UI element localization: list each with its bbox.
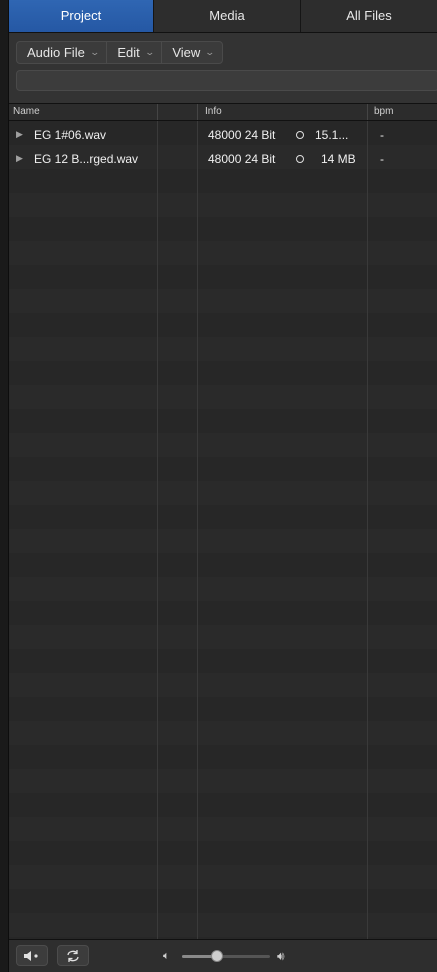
column-line [197, 121, 198, 940]
disclosure-triangle-icon[interactable]: ▶ [16, 153, 23, 164]
volume-low-icon: 🔈︎ [163, 950, 170, 962]
file-bpm: - [380, 152, 384, 166]
list-row-background [9, 505, 437, 529]
chevron-down-icon: ⌄ [89, 47, 100, 57]
column-header: Name Info bpm [9, 104, 437, 121]
list-row-background [9, 457, 437, 481]
list-row-background [9, 193, 437, 217]
column-line [157, 121, 158, 940]
speaker-prelisten-icon [24, 950, 38, 961]
browser-panel: Project Media All Files Audio File ⌄ Edi… [9, 0, 437, 972]
list-row-background [9, 745, 437, 769]
column-divider[interactable] [157, 104, 158, 120]
column-bpm-header[interactable]: bpm [374, 106, 393, 117]
list-row-background [9, 553, 437, 577]
list-row-background [9, 769, 437, 793]
file-name: EG 1#06.wav [34, 128, 107, 142]
tab-all-files[interactable]: All Files [301, 0, 437, 32]
column-divider[interactable] [197, 104, 198, 120]
edit-menu[interactable]: Edit ⌄ [107, 42, 163, 63]
browser-tabs: Project Media All Files [9, 0, 437, 33]
list-row-background [9, 649, 437, 673]
column-name-header[interactable]: Name [13, 106, 40, 117]
list-row-background [9, 241, 437, 265]
search-field[interactable] [16, 70, 437, 91]
column-info-header[interactable]: Info [205, 106, 222, 117]
edit-menu-label: Edit [117, 45, 140, 60]
audio-file-menu-label: Audio File [27, 45, 85, 60]
status-circle-icon [296, 155, 304, 163]
bottom-bar: 🔈︎ 🔊︎ [9, 939, 437, 972]
tab-media[interactable]: Media [154, 0, 301, 32]
volume-slider[interactable] [182, 950, 270, 962]
chevron-down-icon: ⌄ [204, 47, 216, 57]
chevron-down-icon: ⌄ [144, 47, 155, 57]
cycle-loop-icon [67, 949, 79, 962]
list-row-background [9, 337, 437, 361]
menu-group: Audio File ⌄ Edit ⌄ View ⌄ [16, 41, 223, 64]
list-row-background [9, 889, 437, 913]
list-row-background [9, 169, 437, 193]
view-menu-label: View [172, 45, 201, 60]
list-row-background [9, 409, 437, 433]
list-row-background [9, 217, 437, 241]
list-row-background [9, 385, 437, 409]
file-row[interactable]: ▶ EG 12 B...rged.wav 48000 24 Bit 14 MB … [9, 147, 437, 171]
audio-file-menu[interactable]: Audio File ⌄ [17, 42, 108, 63]
list-row-background [9, 817, 437, 841]
file-size: 14 MB [321, 152, 356, 166]
list-row-background [9, 865, 437, 889]
file-info: 48000 24 Bit [208, 152, 276, 166]
list-row-background [9, 265, 437, 289]
cycle-button[interactable] [57, 945, 89, 966]
list-row-background [9, 793, 437, 817]
volume-high-icon: 🔊︎ [277, 949, 285, 963]
file-info: 48000 24 Bit [208, 128, 276, 142]
column-line [367, 121, 368, 940]
file-size: 15.1... [315, 128, 349, 142]
list-row-background [9, 313, 437, 337]
list-row-background [9, 673, 437, 697]
disclosure-triangle-icon[interactable]: ▶ [16, 129, 23, 140]
file-name: EG 12 B...rged.wav [34, 152, 139, 166]
volume-slider-knob[interactable] [211, 950, 224, 962]
file-list [9, 121, 437, 940]
list-row-background [9, 913, 437, 937]
file-bpm: - [380, 128, 384, 142]
window-left-border [0, 0, 9, 972]
prelisten-button[interactable] [16, 945, 48, 966]
list-row-background [9, 625, 437, 649]
status-circle-icon [296, 131, 304, 139]
list-row-background [9, 577, 437, 601]
view-menu[interactable]: View ⌄ [162, 42, 222, 63]
list-row-background [9, 529, 437, 553]
file-row[interactable]: ▶ EG 1#06.wav 48000 24 Bit 15.1... - [9, 123, 437, 147]
list-row-background [9, 601, 437, 625]
column-divider[interactable] [367, 104, 368, 120]
list-row-background [9, 361, 437, 385]
list-row-background [9, 841, 437, 865]
list-row-background [9, 433, 437, 457]
list-row-background [9, 721, 437, 745]
browser-toolbar: Audio File ⌄ Edit ⌄ View ⌄ [9, 33, 437, 104]
list-row-background [9, 289, 437, 313]
list-row-background [9, 697, 437, 721]
list-row-background [9, 481, 437, 505]
tab-project[interactable]: Project [9, 0, 154, 32]
